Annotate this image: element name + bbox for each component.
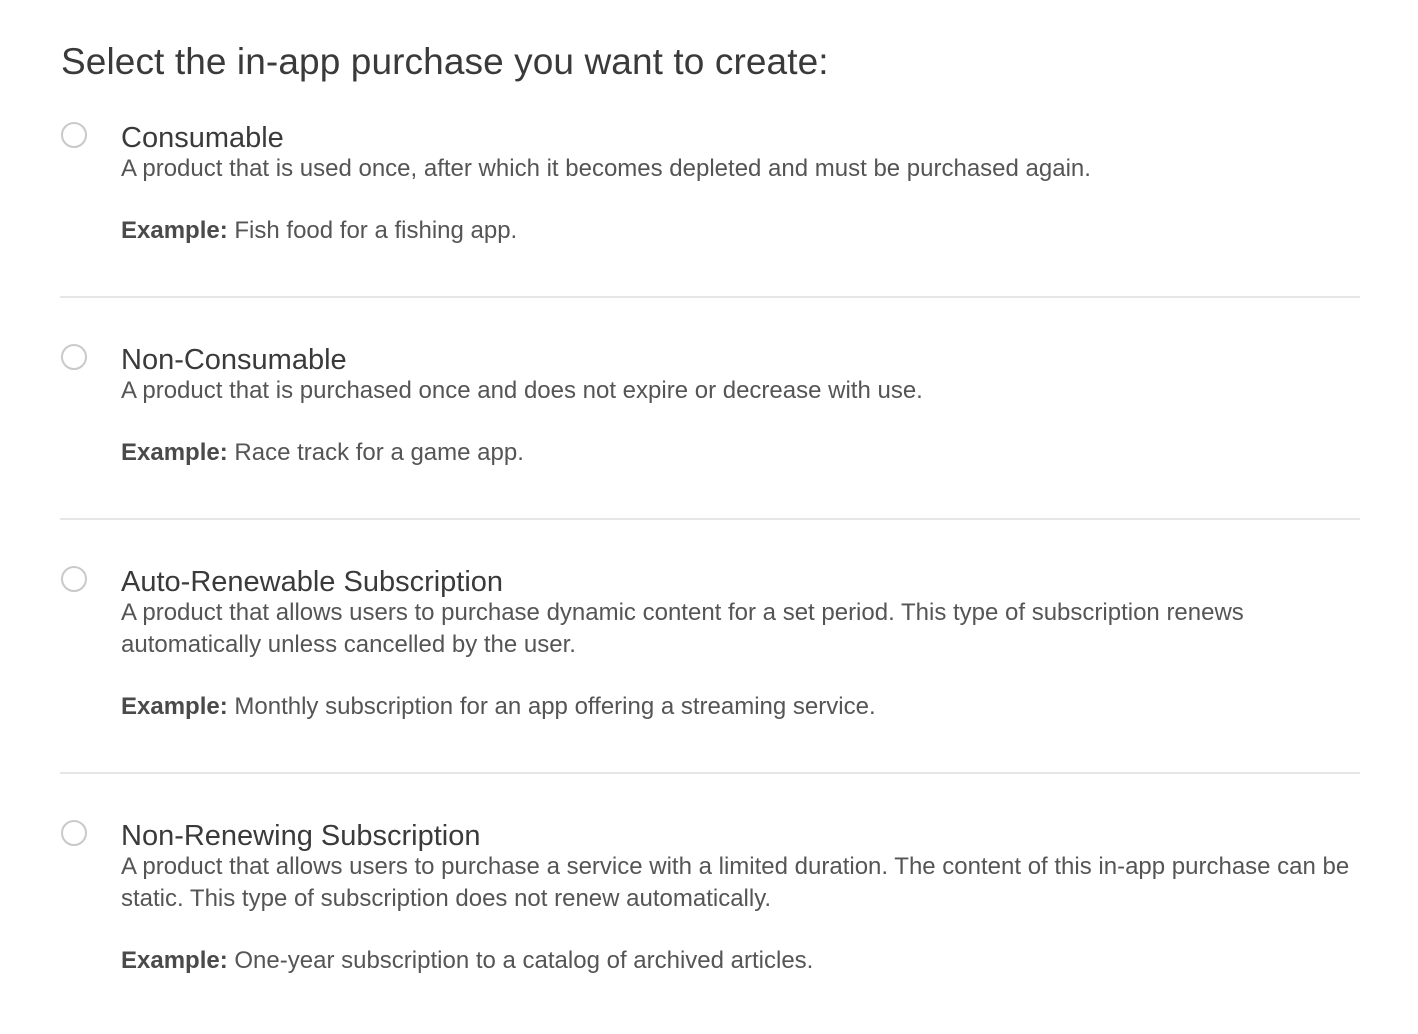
- option-consumable-example: Example: Fish food for a fishing app.: [121, 215, 1356, 247]
- option-non-renewing-subscription-title: Non-Renewing Subscription: [121, 820, 481, 852]
- option-auto-renewable-subscription-body: Auto-Renewable Subscription A product th…: [121, 562, 1356, 723]
- option-auto-renewable-subscription[interactable]: Auto-Renewable Subscription A product th…: [60, 554, 1360, 774]
- option-non-renewing-subscription[interactable]: Non-Renewing Subscription A product that…: [60, 808, 1360, 1018]
- example-label: Example:: [121, 947, 228, 974]
- option-non-renewing-subscription-example: Example: One-year subscription to a cata…: [121, 945, 1356, 977]
- example-text: Fish food for a fishing app.: [234, 217, 518, 244]
- example-text: One-year subscription to a catalog of ar…: [234, 947, 814, 974]
- option-non-renewing-subscription-body: Non-Renewing Subscription A product that…: [121, 816, 1356, 977]
- example-text: Race track for a game app.: [234, 439, 524, 466]
- option-non-consumable-description: A product that is purchased once and doe…: [121, 377, 923, 404]
- option-auto-renewable-subscription-example: Example: Monthly subscription for an app…: [121, 691, 1356, 723]
- option-consumable[interactable]: Consumable A product that is used once, …: [60, 110, 1360, 298]
- option-consumable-description: A product that is used once, after which…: [121, 155, 1091, 182]
- example-label: Example:: [121, 439, 228, 466]
- radio-non-consumable[interactable]: [61, 344, 87, 370]
- example-label: Example:: [121, 693, 228, 720]
- radio-non-renewing-subscription[interactable]: [61, 820, 87, 846]
- example-text: Monthly subscription for an app offering…: [234, 693, 876, 720]
- option-non-consumable-example: Example: Race track for a game app.: [121, 437, 1356, 469]
- radio-consumable[interactable]: [61, 122, 87, 148]
- page-title: Select the in-app purchase you want to c…: [61, 41, 829, 82]
- option-consumable-body: Consumable A product that is used once, …: [121, 118, 1356, 247]
- option-non-consumable-title: Non-Consumable: [121, 344, 347, 376]
- example-label: Example:: [121, 217, 228, 244]
- option-auto-renewable-subscription-title: Auto-Renewable Subscription: [121, 566, 504, 598]
- option-non-consumable-body: Non-Consumable A product that is purchas…: [121, 340, 1356, 469]
- option-auto-renewable-subscription-description: A product that allows users to purchase …: [121, 599, 1244, 658]
- radio-auto-renewable-subscription[interactable]: [61, 566, 87, 592]
- option-non-consumable[interactable]: Non-Consumable A product that is purchas…: [60, 332, 1360, 520]
- option-non-renewing-subscription-description: A product that allows users to purchase …: [121, 853, 1350, 912]
- option-consumable-title: Consumable: [121, 122, 284, 154]
